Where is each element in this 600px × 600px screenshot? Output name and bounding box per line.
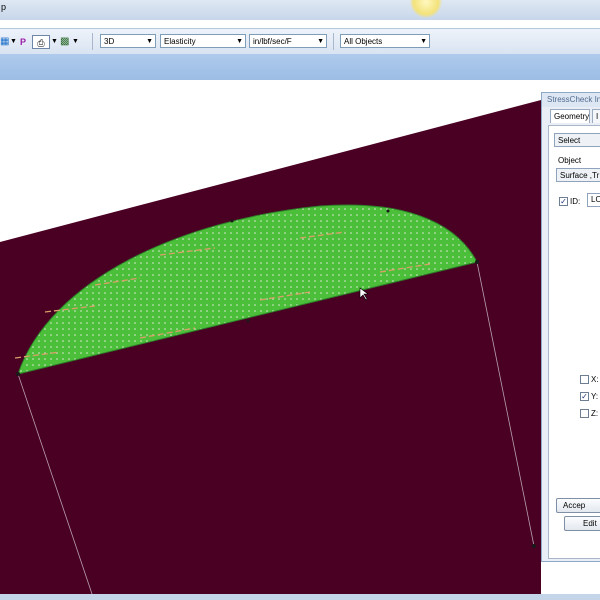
toolbar-separator [333,33,334,50]
object-filter-select[interactable]: All Objects ▼ [340,34,430,48]
vertex [246,319,250,323]
x-checkbox[interactable] [580,375,589,384]
dropdown-arrow-icon[interactable]: ▼ [72,35,79,49]
method-select[interactable]: Select [554,133,600,147]
input-panel: StressCheck Inp Geometry I Select Object… [541,92,600,562]
tab-geometry[interactable]: Geometry [550,109,590,123]
y-checkbox[interactable]: ✓ [580,392,589,401]
x-label: X: [591,375,599,384]
cube-icon[interactable]: ▦ [0,35,9,49]
object-label: Object [558,156,582,165]
panel-title: StressCheck Inp [542,93,600,107]
vertex [16,372,20,376]
tab-next[interactable]: I [592,109,600,123]
panel-body [548,125,600,559]
vertex [475,260,479,264]
units-select[interactable]: in/lbf/sec/F ▼ [249,34,327,48]
dropdown-arrow-icon[interactable]: ▼ [10,35,17,49]
chevron-down-icon: ▼ [236,38,243,45]
chevron-down-icon: ▼ [317,38,324,45]
view-mode-select[interactable]: 3D ▼ [100,34,156,48]
cursor-highlight [410,0,442,18]
object-filter-value: All Objects [344,37,383,46]
status-strip [0,594,600,600]
id-checkbox[interactable]: ✓ [559,197,568,206]
model-drawing [0,100,541,594]
toolbar-strip [0,54,600,80]
toolbar-separator [92,33,93,50]
chevron-down-icon: ▼ [146,38,153,45]
z-checkbox[interactable] [580,409,589,418]
z-label: Z: [591,409,599,418]
print-icon[interactable]: ⎙ [32,35,50,49]
analysis-type-value: Elasticity [164,37,196,46]
vertex [386,209,390,213]
y-label: Y: [591,392,599,401]
edit-button[interactable]: Edit [564,516,600,531]
title-bar: p [0,0,600,20]
units-value: in/lbf/sec/F [253,37,292,46]
main-toolbar: ▦ ▼ P ⎙ ▼ ▩ ▼ 3D ▼ Elasticity ▼ in/lbf/s… [0,28,600,56]
chevron-down-icon: ▼ [420,38,427,45]
model-viewport[interactable] [0,80,600,594]
id-label: ID: [570,197,581,206]
title-glyph: p [1,2,7,12]
vertex [230,219,234,223]
analysis-type-select[interactable]: Elasticity ▼ [160,34,246,48]
layers-icon[interactable]: ▩ [60,35,69,49]
dropdown-arrow-icon[interactable]: ▼ [51,35,58,49]
object-select[interactable]: Surface ,Tr [556,168,600,182]
vertex [532,544,536,548]
p-button[interactable]: P [20,35,26,49]
id-field[interactable]: LO [587,193,600,207]
view-mode-value: 3D [104,37,115,46]
accept-button[interactable]: Accep [556,498,600,513]
